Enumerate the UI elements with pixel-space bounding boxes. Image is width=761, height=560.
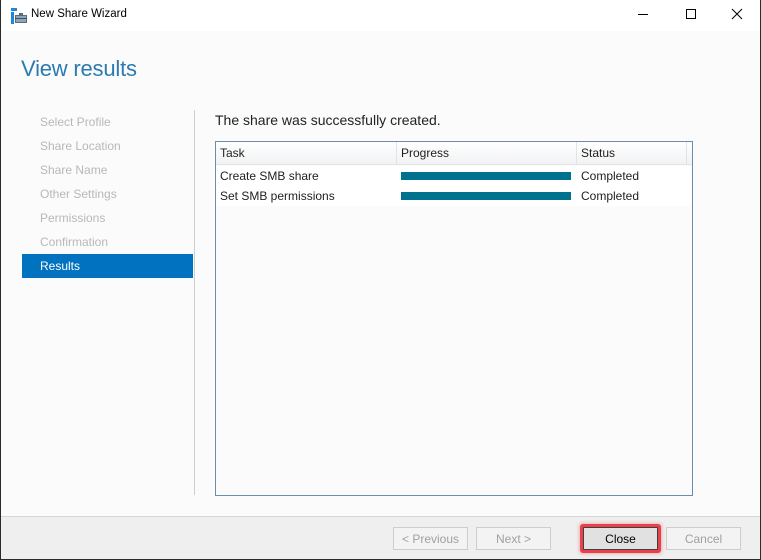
nav-step-results[interactable]: Results [22, 254, 193, 278]
title-bar[interactable]: New Share Wizard [1, 0, 760, 31]
progress-bar [401, 172, 571, 180]
status-cell: Completed [581, 169, 640, 183]
window-close-button[interactable] [714, 0, 760, 31]
table-row[interactable]: Create SMB share Completed [216, 166, 690, 186]
previous-button[interactable]: < Previous [393, 527, 468, 550]
task-cell: Set SMB permissions [220, 189, 335, 203]
new-share-wizard-window: New Share Wizard View results Select Pro… [0, 0, 761, 560]
task-cell: Create SMB share [220, 169, 319, 183]
next-button[interactable]: Next > [476, 527, 551, 550]
results-table: Task Progress Status Create SMB share Co… [215, 141, 693, 496]
nav-step-share-name: Share Name [40, 163, 108, 177]
wizard-steps-nav: Select Profile Share Location Share Name… [22, 110, 193, 278]
nav-step-select-profile: Select Profile [40, 115, 111, 129]
nav-step-other-settings: Other Settings [40, 187, 117, 201]
nav-step-share-location: Share Location [40, 139, 121, 153]
maximize-button[interactable] [668, 0, 714, 31]
table-row[interactable]: Set SMB permissions Completed [216, 186, 690, 206]
close-button[interactable]: Close [583, 527, 658, 550]
close-icon [731, 8, 743, 23]
progress-cell [401, 186, 571, 206]
cancel-button[interactable]: Cancel [666, 527, 741, 550]
result-message: The share was successfully created. [215, 112, 441, 128]
table-header: Task Progress Status [216, 142, 692, 165]
column-header-progress[interactable]: Progress [397, 142, 577, 165]
minimize-button[interactable] [620, 0, 666, 31]
nav-step-confirmation: Confirmation [40, 235, 109, 249]
nav-step-permissions: Permissions [40, 211, 106, 225]
table-body: Create SMB share Completed Set SMB permi… [216, 166, 690, 206]
progress-cell [401, 166, 571, 186]
minimize-icon [637, 8, 649, 23]
nav-divider [194, 110, 195, 495]
progress-bar [401, 192, 571, 200]
progress-fill [401, 172, 571, 180]
window-title: New Share Wizard [31, 8, 127, 20]
share-wizard-icon [11, 8, 27, 24]
maximize-icon [685, 8, 697, 23]
column-header-status[interactable]: Status [577, 142, 687, 165]
page-title: View results [21, 56, 137, 81]
wizard-footer: < Previous Next > Close Cancel [1, 516, 760, 559]
column-header-task[interactable]: Task [216, 142, 397, 165]
status-cell: Completed [581, 189, 640, 203]
progress-fill [401, 192, 571, 200]
